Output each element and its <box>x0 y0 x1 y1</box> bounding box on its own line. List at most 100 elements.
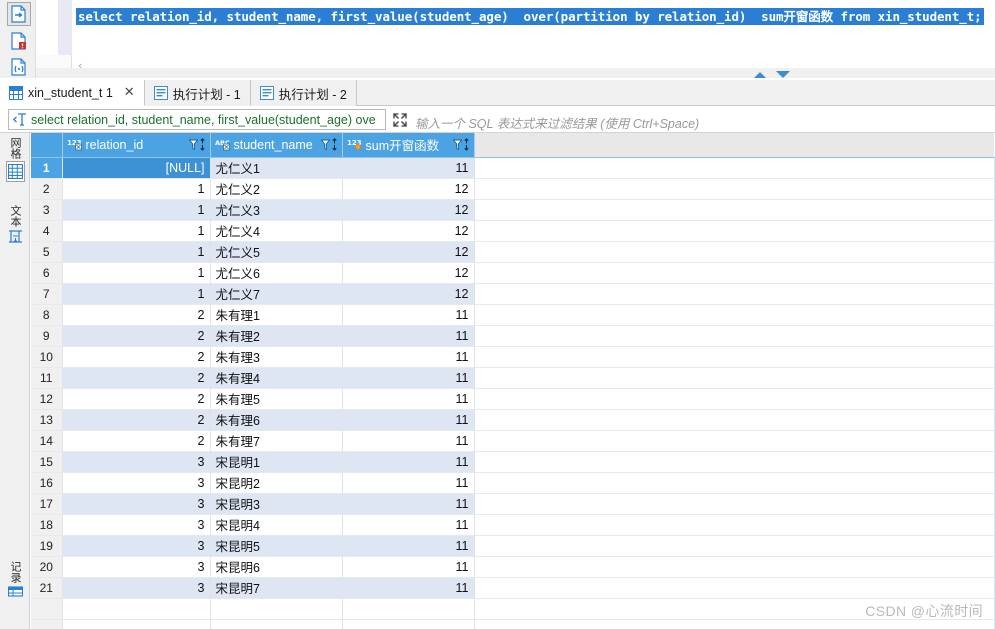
cell-sum-window-function[interactable]: 11 <box>342 577 475 599</box>
cell-relation-id[interactable]: 1 <box>62 199 211 221</box>
cell-student-name[interactable]: 朱有理1 <box>210 304 343 326</box>
panel-collapse-arrows[interactable] <box>754 71 790 78</box>
table-row[interactable]: 20 3 宋昆明6 11 <box>31 556 995 578</box>
table-row[interactable]: 7 1 尤仁义7 12 <box>31 283 995 305</box>
cell-sum-window-function[interactable]: 11 <box>342 493 475 515</box>
cell-sum-window-function[interactable]: 11 <box>342 325 475 347</box>
cell-relation-id[interactable]: 3 <box>62 451 211 473</box>
table-row[interactable]: 18 3 宋昆明4 11 <box>31 514 995 536</box>
row-number[interactable]: 15 <box>31 451 63 473</box>
cell-student-name[interactable]: 尤仁义1 <box>210 157 343 179</box>
cell-student-name[interactable]: 尤仁义3 <box>210 199 343 221</box>
cell-student-name[interactable]: 尤仁义5 <box>210 241 343 263</box>
sort-updown-icon[interactable] <box>463 138 470 152</box>
table-row[interactable]: 12 2 朱有理5 11 <box>31 388 995 410</box>
row-number[interactable]: 9 <box>31 325 63 347</box>
table-row[interactable]: 17 3 宋昆明3 11 <box>31 493 995 515</box>
row-number[interactable]: 21 <box>31 577 63 599</box>
cell-sum-window-function[interactable]: 12 <box>342 178 475 200</box>
cell-sum-window-function[interactable]: 11 <box>342 409 475 431</box>
cell-sum-window-function[interactable]: 12 <box>342 283 475 305</box>
text-view-icon[interactable] <box>8 229 23 244</box>
cell-sum-window-function[interactable]: 11 <box>342 556 475 578</box>
cell-student-name[interactable]: 宋昆明7 <box>210 577 343 599</box>
cell-student-name[interactable]: 尤仁义2 <box>210 178 343 200</box>
cell-student-name[interactable]: 朱有理7 <box>210 430 343 452</box>
cell-relation-id[interactable]: 3 <box>62 493 211 515</box>
tab-execution-plan-1[interactable]: 执行计划 - 1 <box>144 80 251 106</box>
cell-student-name[interactable]: 朱有理4 <box>210 367 343 389</box>
cell-sum-window-function[interactable]: 11 <box>342 451 475 473</box>
cell-relation-id[interactable]: 1 <box>62 262 211 284</box>
sort-updown-icon[interactable] <box>331 138 338 152</box>
cell-relation-id[interactable]: [NULL] <box>61 156 211 179</box>
table-row[interactable]: 4 1 尤仁义4 12 <box>31 220 995 242</box>
cell-relation-id[interactable]: 2 <box>62 346 211 368</box>
table-row[interactable]: 10 2 朱有理3 11 <box>31 346 995 368</box>
filter-funnel-icon[interactable] <box>320 139 330 151</box>
cell-relation-id[interactable]: 2 <box>62 388 211 410</box>
cell-student-name[interactable]: 宋昆明4 <box>210 514 343 536</box>
filter-expression-placeholder[interactable]: 输入一个 SQL 表达式来过滤结果 (使用 Ctrl+Space) <box>415 113 699 132</box>
cell-relation-id[interactable]: 1 <box>62 220 211 242</box>
row-number[interactable]: 14 <box>31 430 63 452</box>
cell-student-name[interactable]: 宋昆明5 <box>210 535 343 557</box>
cell-relation-id[interactable]: 3 <box>62 577 211 599</box>
row-number[interactable]: 18 <box>31 514 63 536</box>
table-row[interactable]: 11 2 朱有理4 11 <box>31 367 995 389</box>
row-number[interactable]: 3 <box>31 199 63 221</box>
cell-relation-id[interactable]: 2 <box>62 409 211 431</box>
cell-student-name[interactable]: 朱有理2 <box>210 325 343 347</box>
cell-relation-id[interactable]: 1 <box>62 241 211 263</box>
cell-student-name[interactable]: 尤仁义4 <box>210 220 343 242</box>
result-grid[interactable]: 123 relation_id ABC student_name 123 sum… <box>31 133 995 629</box>
record-view-icon[interactable] <box>7 585 23 598</box>
row-number[interactable]: 17 <box>31 493 63 515</box>
table-row[interactable]: 1 [NULL] 尤仁义1 11 <box>31 156 995 179</box>
cell-sum-window-function[interactable]: 11 <box>342 367 475 389</box>
error-document-icon[interactable] <box>7 29 31 53</box>
row-number[interactable]: 11 <box>31 367 63 389</box>
cell-relation-id[interactable]: 2 <box>62 367 211 389</box>
column-header-student-name[interactable]: ABC student_name <box>210 133 343 158</box>
cell-student-name[interactable]: 宋昆明3 <box>210 493 343 515</box>
grid-view-icon[interactable] <box>5 161 25 182</box>
row-number[interactable]: 16 <box>31 472 63 494</box>
cell-relation-id[interactable]: 3 <box>62 514 211 536</box>
table-row[interactable]: 5 1 尤仁义5 12 <box>31 241 995 263</box>
cell-sum-window-function[interactable]: 11 <box>342 430 475 452</box>
row-number[interactable]: 19 <box>31 535 63 557</box>
cell-sum-window-function[interactable]: 11 <box>342 346 475 368</box>
row-number[interactable]: 2 <box>31 178 63 200</box>
cell-relation-id[interactable]: 3 <box>62 472 211 494</box>
cell-student-name[interactable]: 朱有理6 <box>210 409 343 431</box>
cell-sum-window-function[interactable]: 11 <box>342 304 475 326</box>
collapse-up-icon[interactable] <box>754 71 766 78</box>
column-header-relation-id[interactable]: 123 relation_id <box>62 133 211 158</box>
cell-relation-id[interactable]: 2 <box>62 304 211 326</box>
row-number[interactable]: 20 <box>31 556 63 578</box>
row-number[interactable]: 13 <box>31 409 63 431</box>
cell-relation-id[interactable]: 2 <box>62 325 211 347</box>
cell-relation-id[interactable]: 2 <box>62 430 211 452</box>
cell-student-name[interactable]: 宋昆明2 <box>210 472 343 494</box>
table-row[interactable]: 3 1 尤仁义3 12 <box>31 199 995 221</box>
sidebar-item-grid[interactable]: 网格 <box>3 137 27 182</box>
table-row[interactable]: 15 3 宋昆明1 11 <box>31 451 995 473</box>
sql-statement-selected[interactable]: select relation_id, student_name, first_… <box>76 8 984 25</box>
filter-funnel-icon[interactable] <box>452 139 462 151</box>
cell-relation-id[interactable]: 3 <box>62 535 211 557</box>
expand-arrows-icon[interactable] <box>392 112 408 128</box>
table-row[interactable]: 8 2 朱有理1 11 <box>31 304 995 326</box>
cell-sum-window-function[interactable]: 12 <box>342 241 475 263</box>
cell-sum-window-function[interactable]: 11 <box>342 472 475 494</box>
cell-sum-window-function[interactable]: 11 <box>342 514 475 536</box>
cell-relation-id[interactable]: 1 <box>62 283 211 305</box>
cell-sum-window-function[interactable]: 12 <box>342 220 475 242</box>
table-row[interactable]: 2 1 尤仁义2 12 <box>31 178 995 200</box>
tab-execution-plan-2[interactable]: 执行计划 - 2 <box>250 80 357 106</box>
table-row[interactable]: 13 2 朱有理6 11 <box>31 409 995 431</box>
row-number[interactable]: 7 <box>31 283 63 305</box>
cell-student-name[interactable]: 宋昆明1 <box>210 451 343 473</box>
sort-updown-icon[interactable] <box>199 138 206 152</box>
